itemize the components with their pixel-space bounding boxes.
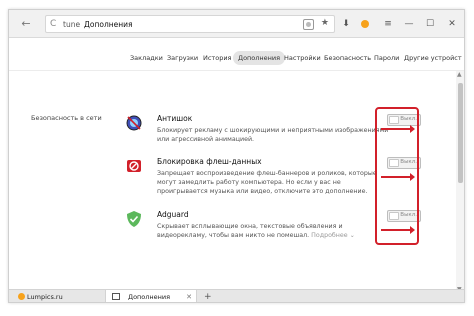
close-tab-icon[interactable]: ✕ — [186, 290, 192, 302]
antishock-icon — [126, 115, 142, 131]
extension-description: Скрывает всплывающие окна, текстовые объ… — [157, 222, 393, 240]
back-button[interactable]: ← — [19, 17, 33, 31]
tabs-divider — [9, 70, 464, 71]
address-bar[interactable]: C tune Дополнения ★ — [45, 15, 335, 33]
tab-downloads[interactable]: Загрузки — [167, 51, 198, 65]
browser-tab-label: Lumpics.ru — [27, 293, 63, 301]
yandex-account-icon[interactable] — [361, 20, 369, 28]
tab-strip: Lumpics.ru Дополнения ✕ + — [9, 289, 464, 302]
tab-other-devices[interactable]: Другие устройст — [404, 51, 462, 65]
browser-tab-lumpics[interactable]: Lumpics.ru — [15, 290, 103, 302]
browser-window: ← C tune Дополнения ★ ⬇ ≡ — ☐ ✕ Закладки… — [8, 9, 465, 303]
reader-mode-icon[interactable] — [303, 19, 314, 30]
tab-history[interactable]: История — [203, 51, 231, 65]
extension-description: Блокирует рекламу с шокирующими и неприя… — [157, 127, 389, 143]
url-page-title: Дополнения — [84, 20, 133, 29]
more-link[interactable]: Подробнее — [311, 232, 348, 239]
annotation-arrow — [381, 226, 415, 234]
adguard-icon — [127, 211, 141, 227]
section-label: Безопасность в сети — [31, 114, 102, 122]
extensions-favicon-icon — [112, 293, 120, 300]
annotation-arrow — [381, 173, 415, 181]
scrollbar-thumb[interactable] — [458, 83, 463, 183]
extension-description: Запрещает воспроизведение флеш-баннеров … — [157, 170, 377, 195]
close-window-button[interactable]: ✕ — [445, 17, 459, 31]
maximize-button[interactable]: ☐ — [423, 17, 437, 31]
extension-name: Антишок — [157, 114, 193, 123]
tab-security[interactable]: Безопасность — [324, 51, 371, 65]
settings-tabs: Закладки Загрузки История Дополнения Нас… — [9, 51, 464, 67]
new-tab-button[interactable]: + — [204, 290, 212, 302]
chevron-down-icon[interactable]: ⌄ — [350, 232, 355, 239]
tab-bookmarks[interactable]: Закладки — [130, 51, 163, 65]
annotation-arrow — [381, 125, 415, 133]
browser-tab-label: Дополнения — [128, 293, 171, 301]
reload-icon[interactable]: C — [50, 19, 56, 29]
tab-settings[interactable]: Настройки — [284, 51, 321, 65]
flash-block-icon — [127, 160, 141, 172]
minimize-button[interactable]: — — [402, 17, 416, 31]
menu-icon[interactable]: ≡ — [381, 17, 395, 31]
extension-name: Adguard — [157, 210, 189, 219]
scrollbar[interactable]: ▲ ▼ — [456, 71, 464, 293]
download-icon[interactable]: ⬇ — [339, 17, 353, 31]
favicon-icon — [18, 293, 25, 300]
scroll-up-icon[interactable]: ▲ — [457, 71, 462, 78]
tab-extensions[interactable]: Дополнения — [233, 51, 286, 65]
url-host: tune — [63, 20, 81, 29]
extension-name: Блокировка флеш-данных — [157, 157, 262, 166]
tab-passwords[interactable]: Пароли — [374, 51, 399, 65]
browser-tab-extensions[interactable]: Дополнения ✕ — [105, 290, 197, 302]
browser-toolbar: ← C tune Дополнения ★ ⬇ ≡ — ☐ ✕ — [9, 10, 464, 38]
bookmark-star-icon[interactable]: ★ — [321, 18, 329, 28]
